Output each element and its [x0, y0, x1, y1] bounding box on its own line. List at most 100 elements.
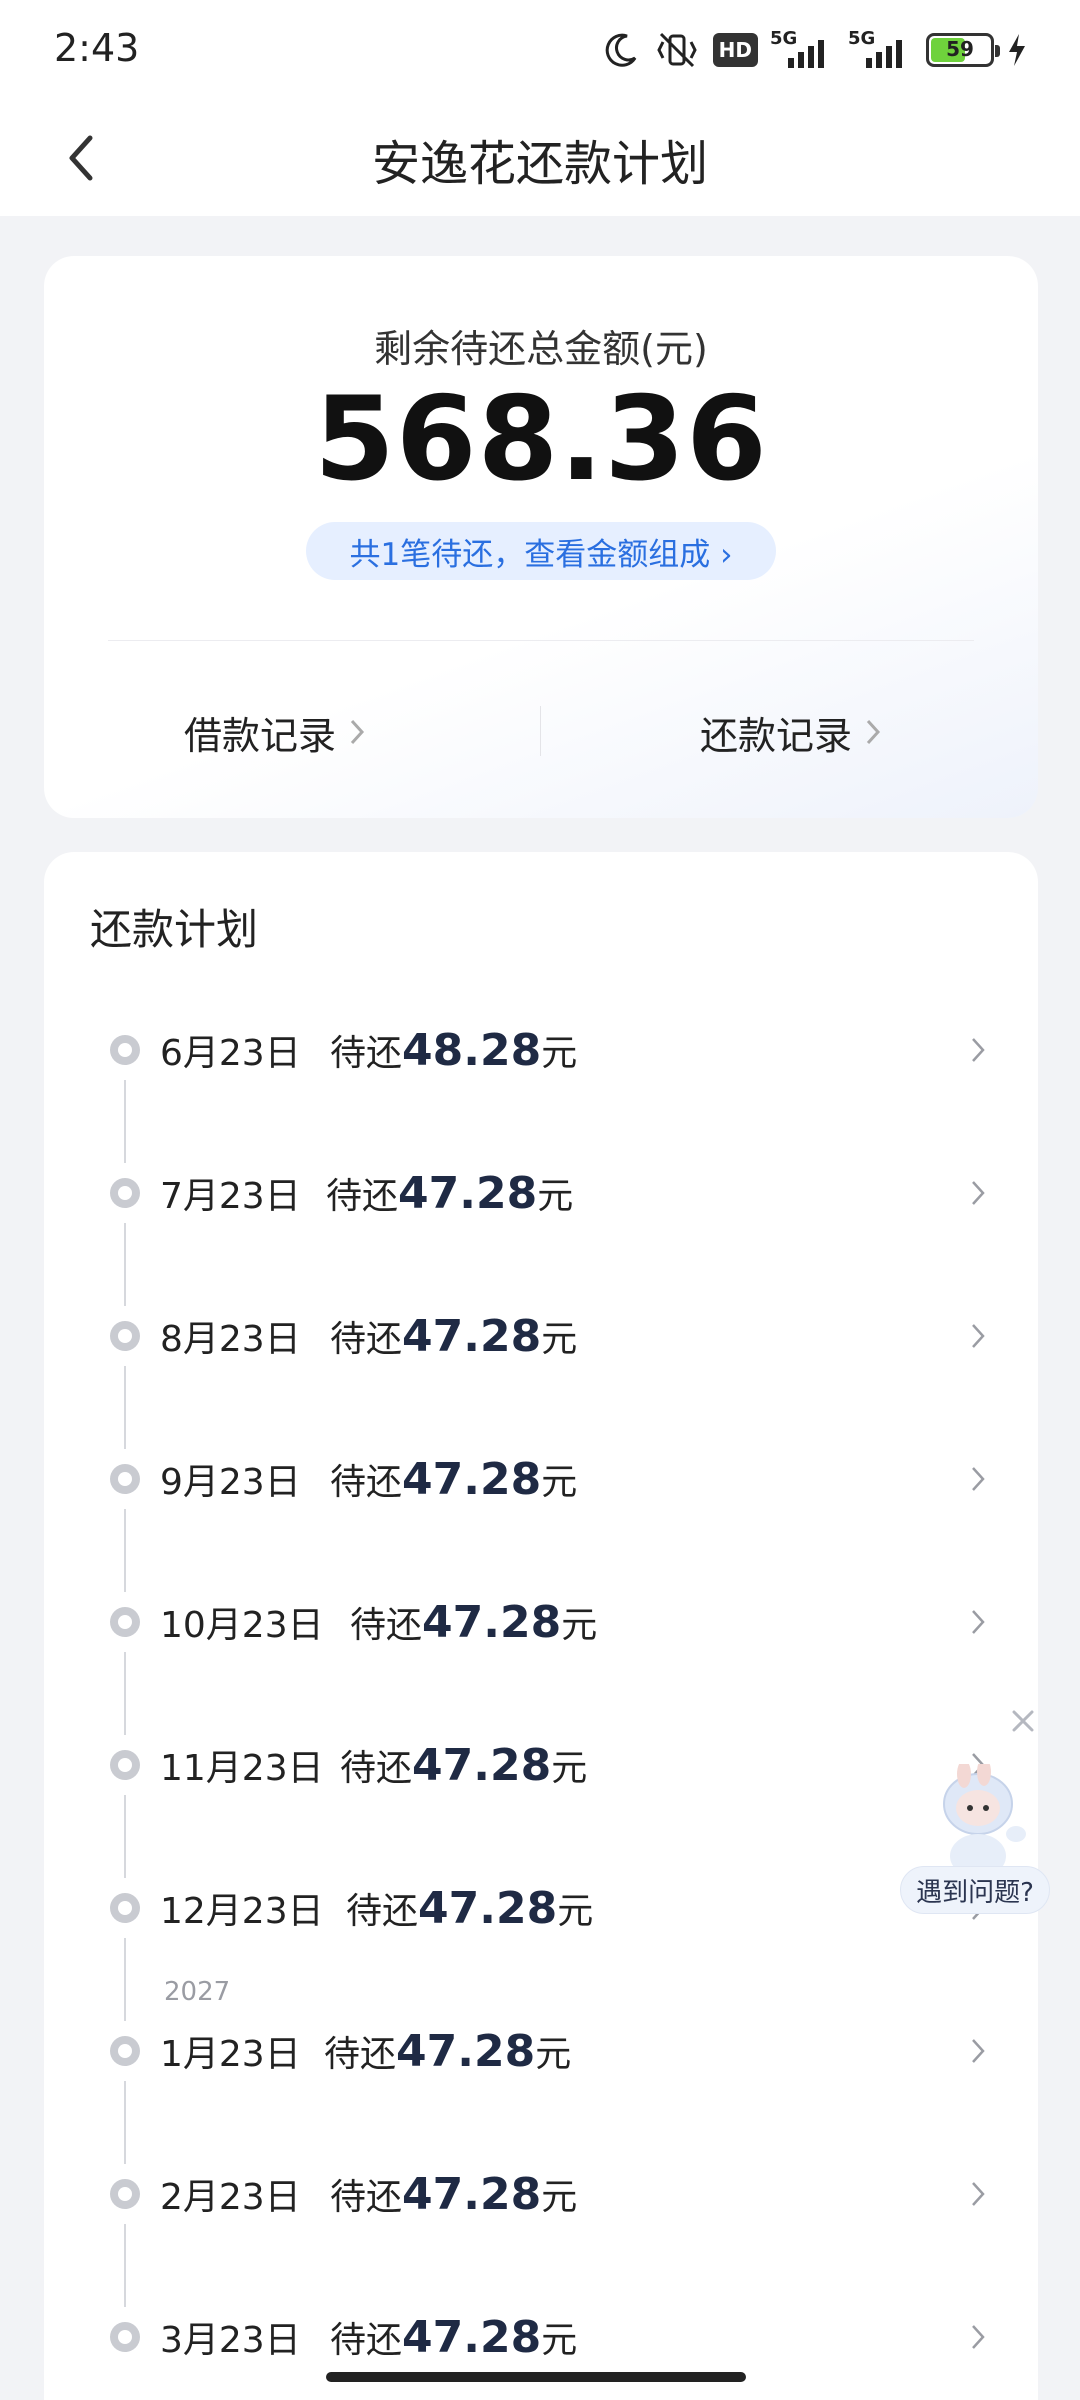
chevron-right-icon — [972, 2182, 985, 2206]
mute-vibrate-icon — [653, 30, 701, 70]
plan-row[interactable]: 10月23日 待还47.28元 — [44, 1590, 1038, 1654]
due-currency: 元 — [541, 2320, 578, 2361]
plan-row-date: 3月23日 — [160, 2320, 301, 2361]
due-prefix: 待还 — [330, 1319, 403, 1360]
due-amount: 47.28 — [396, 2026, 536, 2077]
chevron-right-icon — [866, 719, 881, 745]
page-title: 安逸花还款计划 — [371, 136, 708, 192]
hd-icon: HD — [712, 33, 758, 67]
timeline-dot — [110, 1178, 140, 1208]
timeline-connector — [124, 2081, 126, 2164]
due-prefix: 待还 — [346, 1891, 419, 1932]
due-prefix: 待还 — [330, 1033, 403, 1074]
plan-row-date: 6月23日 — [160, 1033, 301, 1074]
help-button[interactable]: 遇到问题? — [900, 1866, 1050, 1914]
plan-row[interactable]: 8月23日 待还47.28元 — [44, 1304, 1038, 1368]
due-amount: 47.28 — [412, 1740, 552, 1791]
due-prefix: 待还 — [324, 2034, 397, 2075]
plan-row[interactable]: 1月23日 待还47.28元 — [44, 2019, 1038, 2083]
plan-row[interactable]: 3月23日 待还47.28元 — [44, 2305, 1038, 2369]
close-icon[interactable] — [1008, 1706, 1038, 1736]
remaining-total-amount: 568.36 — [314, 372, 768, 507]
due-prefix: 待还 — [330, 1462, 403, 1503]
due-amount: 47.28 — [402, 1311, 542, 1362]
year-label: 2027 — [164, 1977, 231, 2007]
divider — [540, 706, 541, 756]
timeline-connector — [124, 1223, 126, 1306]
plan-row-date: 1月23日 — [160, 2034, 301, 2075]
timeline-connector — [124, 1795, 126, 1878]
due-currency: 元 — [537, 1176, 574, 1217]
timeline-dot — [110, 1750, 140, 1780]
timeline-dot — [110, 1607, 140, 1637]
moon-icon — [601, 30, 641, 70]
plan-row-date: 7月23日 — [160, 1176, 301, 1217]
timeline-dot — [110, 1035, 140, 1065]
timeline-connector — [124, 2224, 126, 2307]
timeline-dot — [110, 2179, 140, 2209]
header-bar: 安逸花还款计划 — [0, 100, 1080, 216]
timeline-dot — [110, 1464, 140, 1494]
timeline-dot — [110, 1321, 140, 1351]
plan-row-due: 待还47.28元 — [330, 1310, 577, 1362]
status-time: 2:43 — [54, 26, 140, 70]
plan-row[interactable]: 6月23日 待还48.28元 — [44, 1018, 1038, 1082]
plan-row[interactable]: 2月23日 待还47.28元 — [44, 2162, 1038, 2226]
timeline-connector — [124, 1652, 126, 1735]
chevron-right-icon — [972, 1324, 985, 1348]
plan-row-date: 11月23日 — [160, 1748, 324, 1789]
plan-row-due: 待还48.28元 — [330, 1024, 577, 1076]
chevron-right-icon — [972, 1610, 985, 1634]
due-currency: 元 — [541, 2177, 578, 2218]
due-amount: 47.28 — [402, 2169, 542, 2220]
plan-row[interactable]: 11月23日 待还47.28元 — [44, 1733, 1038, 1797]
timeline-dot — [110, 2322, 140, 2352]
due-amount: 47.28 — [402, 1454, 542, 1505]
repay-record-link[interactable]: 还款记录 — [700, 702, 882, 762]
timeline-connector — [124, 1366, 126, 1449]
due-prefix: 待还 — [340, 1748, 413, 1789]
battery-icon: 59 — [926, 33, 1000, 67]
repayment-plan-card: 还款计划 6月23日 待还48.28元 7月23日 待还47.28元 8月23日 待还47… — [44, 852, 1038, 2400]
amount-breakdown-link[interactable]: 共1笔待还，查看金额组成 › — [306, 522, 776, 580]
plan-row-due: 待还47.28元 — [350, 1596, 597, 1648]
plan-row-due: 待还47.28元 — [324, 2025, 571, 2077]
due-currency: 元 — [557, 1891, 594, 1932]
signal-icon-2: 5G — [848, 28, 914, 70]
signal-icon-1: 5G — [770, 28, 836, 70]
remaining-total-label: 剩余待还总金额(元) — [374, 327, 708, 371]
plan-row[interactable]: 7月23日 待还47.28元 — [44, 1161, 1038, 1225]
due-currency: 元 — [551, 1748, 588, 1789]
plan-row-date: 2月23日 — [160, 2177, 301, 2218]
plan-row-due: 待还47.28元 — [326, 1167, 573, 1219]
due-prefix: 待还 — [330, 2320, 403, 2361]
plan-title: 还款计划 — [90, 905, 259, 954]
plan-row-date: 10月23日 — [160, 1605, 324, 1646]
divider — [108, 640, 974, 641]
chevron-right-icon — [972, 1038, 985, 1062]
summary-card: 剩余待还总金额(元) 568.36 共1笔待还，查看金额组成 › 借款记录 还款… — [44, 256, 1038, 818]
due-currency: 元 — [541, 1462, 578, 1503]
plan-row-date: 8月23日 — [160, 1319, 301, 1360]
plan-row-due: 待还47.28元 — [330, 1453, 577, 1505]
plan-row-due: 待还47.28元 — [346, 1882, 593, 1934]
due-currency: 元 — [541, 1319, 578, 1360]
plan-row-due: 待还47.28元 — [340, 1739, 587, 1791]
plan-row-due: 待还47.28元 — [330, 2168, 577, 2220]
plan-row[interactable]: 9月23日 待还47.28元 — [44, 1447, 1038, 1511]
loan-record-link[interactable]: 借款记录 — [184, 702, 366, 762]
due-amount: 47.28 — [398, 1168, 538, 1219]
status-bar: 2:43 HD 5G 5G 59 — [0, 0, 1080, 100]
home-indicator[interactable] — [326, 2372, 746, 2382]
due-prefix: 待还 — [330, 2177, 403, 2218]
plan-row-date: 9月23日 — [160, 1462, 301, 1503]
timeline-dot — [110, 2036, 140, 2066]
due-prefix: 待还 — [350, 1605, 423, 1646]
charging-icon — [1006, 32, 1028, 68]
plan-row[interactable]: 12月23日 待还47.28元 — [44, 1876, 1038, 1940]
chevron-right-icon — [972, 2039, 985, 2063]
loan-record-label: 借款记录 — [184, 713, 337, 758]
chevron-right-icon — [972, 1467, 985, 1491]
due-amount: 47.28 — [418, 1883, 558, 1934]
timeline-connector — [124, 1938, 126, 2021]
